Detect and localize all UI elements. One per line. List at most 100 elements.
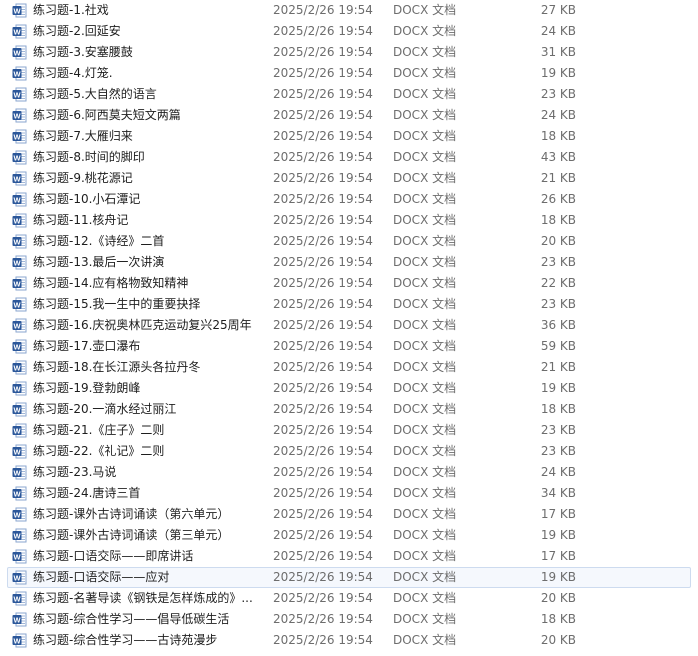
file-size: 24 KB [540,24,576,38]
file-row[interactable]: W 练习题-12.《诗经》二首 2025/2/26 19:54 DOCX 文档 20 K… [7,231,691,252]
file-name: 练习题-口语交际——即席讲话 [33,549,194,563]
file-type: DOCX 文档 [393,297,457,311]
svg-text:W: W [13,426,21,435]
file-row[interactable]: W 练习题-21.《庄子》二则 2025/2/26 19:54 DOCX 文档 23 K… [7,420,691,441]
file-name: 练习题-21.《庄子》二则 [33,423,165,437]
file-row[interactable]: W 练习题-6.阿西莫夫短文两篇 2025/2/26 19:54 DOCX 文档 24 … [7,105,691,126]
file-size: 22 KB [540,276,576,290]
file-row[interactable]: W 练习题-4.灯笼. 2025/2/26 19:54 DOCX 文档 19 KB [7,63,691,84]
file-row[interactable]: W 练习题-1.社戏 2025/2/26 19:54 DOCX 文档 27 KB [7,0,691,21]
file-type: DOCX 文档 [393,465,457,479]
file-row[interactable]: W 练习题-5.大自然的语言 2025/2/26 19:54 DOCX 文档 23 KB [7,84,691,105]
file-name: 练习题-16.庆祝奥林匹克运动复兴25周年 [33,318,252,332]
file-size: 19 KB [540,381,576,395]
file-row[interactable]: W 练习题-10.小石潭记 2025/2/26 19:54 DOCX 文档 26 KB [7,189,691,210]
file-row[interactable]: W 练习题-9.桃花源记 2025/2/26 19:54 DOCX 文档 21 KB [7,168,691,189]
file-date: 2025/2/26 19:54 [273,633,373,647]
file-date: 2025/2/26 19:54 [273,213,373,227]
file-date: 2025/2/26 19:54 [273,276,373,290]
file-row[interactable]: W 练习题-7.大雁归来 2025/2/26 19:54 DOCX 文档 18 KB [7,126,691,147]
file-size: 17 KB [540,549,576,563]
file-row[interactable]: W 练习题-11.核舟记 2025/2/26 19:54 DOCX 文档 18 KB [7,210,691,231]
svg-text:W: W [13,69,21,78]
file-row[interactable]: W 练习题-8.时间的脚印 2025/2/26 19:54 DOCX 文档 43 KB [7,147,691,168]
file-size: 36 KB [540,318,576,332]
file-type: DOCX 文档 [393,360,457,374]
svg-text:W: W [13,531,21,540]
svg-text:W: W [13,573,21,582]
file-date: 2025/2/26 19:54 [273,171,373,185]
word-doc-icon: W [12,192,27,207]
file-type: DOCX 文档 [393,213,457,227]
file-row[interactable]: W 练习题-13.最后一次讲演 2025/2/26 19:54 DOCX 文档 23 K… [7,252,691,273]
file-row[interactable]: W 练习题-口语交际——应对 2025/2/26 19:54 DOCX 文档 19 KB [7,567,691,588]
word-doc-icon: W [12,45,27,60]
svg-text:W: W [13,195,21,204]
file-name: 练习题-10.小石潭记 [33,192,141,206]
file-type: DOCX 文档 [393,381,457,395]
file-row[interactable]: W 练习题-综合性学习——古诗苑漫步 2025/2/26 19:54 DOCX 文档 2… [7,630,691,651]
file-row[interactable]: W 练习题-16.庆祝奥林匹克运动复兴25周年 2025/2/26 19:54 DOC… [7,315,691,336]
file-row[interactable]: W 练习题-23.马说 2025/2/26 19:54 DOCX 文档 24 KB [7,462,691,483]
word-doc-icon: W [12,297,27,312]
file-type: DOCX 文档 [393,3,457,17]
file-name: 练习题-综合性学习——倡导低碳生活 [33,612,230,626]
file-type: DOCX 文档 [393,486,457,500]
svg-text:W: W [13,6,21,15]
file-date: 2025/2/26 19:54 [273,549,373,563]
file-size: 23 KB [540,297,576,311]
file-size: 24 KB [540,108,576,122]
file-name: 练习题-12.《诗经》二首 [33,234,165,248]
file-size: 19 KB [540,528,576,542]
file-row[interactable]: W 练习题-课外古诗词诵读（第六单元） 2025/2/26 19:54 DOCX 文档… [7,504,691,525]
file-type: DOCX 文档 [393,570,457,584]
file-row[interactable]: W 练习题-20.一滴水经过丽江 2025/2/26 19:54 DOCX 文档 18 … [7,399,691,420]
file-row[interactable]: W 练习题-22.《礼记》二则 2025/2/26 19:54 DOCX 文档 23 K… [7,441,691,462]
file-name: 练习题-口语交际——应对 [33,570,170,584]
word-doc-icon: W [12,234,27,249]
file-row[interactable]: W 练习题-3.安塞腰鼓 2025/2/26 19:54 DOCX 文档 31 KB [7,42,691,63]
file-row[interactable]: W 练习题-15.我一生中的重要抉择 2025/2/26 19:54 DOCX 文档 2… [7,294,691,315]
file-size: 23 KB [540,423,576,437]
svg-text:W: W [13,405,21,414]
svg-text:W: W [13,132,21,141]
svg-text:W: W [13,48,21,57]
svg-text:W: W [13,384,21,393]
file-size: 18 KB [540,402,576,416]
file-row[interactable]: W 练习题-课外古诗词诵读（第三单元） 2025/2/26 19:54 DOCX 文档… [7,525,691,546]
word-doc-icon: W [12,171,27,186]
file-date: 2025/2/26 19:54 [273,528,373,542]
file-size: 59 KB [540,339,576,353]
file-date: 2025/2/26 19:54 [273,234,373,248]
file-row[interactable]: W 练习题-口语交际——即席讲话 2025/2/26 19:54 DOCX 文档 17 … [7,546,691,567]
file-row[interactable]: W 练习题-17.壶口瀑布 2025/2/26 19:54 DOCX 文档 59 KB [7,336,691,357]
file-row[interactable]: W 练习题-2.回延安 2025/2/26 19:54 DOCX 文档 24 KB [7,21,691,42]
file-size: 18 KB [540,612,576,626]
word-doc-icon: W [12,570,27,585]
file-name: 练习题-24.唐诗三首 [33,486,141,500]
svg-text:W: W [13,216,21,225]
file-date: 2025/2/26 19:54 [273,402,373,416]
file-row[interactable]: W 练习题-19.登勃朗峰 2025/2/26 19:54 DOCX 文档 19 KB [7,378,691,399]
file-row[interactable]: W 练习题-18.在长江源头各拉丹冬 2025/2/26 19:54 DOCX 文档 2… [7,357,691,378]
file-date: 2025/2/26 19:54 [273,297,373,311]
file-size: 23 KB [540,444,576,458]
file-size: 27 KB [540,3,576,17]
svg-text:W: W [13,447,21,456]
file-size: 31 KB [540,45,576,59]
file-name: 练习题-5.大自然的语言 [33,87,157,101]
file-row[interactable]: W 练习题-综合性学习——倡导低碳生活 2025/2/26 19:54 DOCX 文档… [7,609,691,630]
file-name: 练习题-15.我一生中的重要抉择 [33,297,201,311]
file-row[interactable]: W 练习题-名著导读《钢铁是怎样炼成的》... 2025/2/26 19:54 DOC… [7,588,691,609]
file-date: 2025/2/26 19:54 [273,108,373,122]
file-row[interactable]: W 练习题-14.应有格物致知精神 2025/2/26 19:54 DOCX 文档 22… [7,273,691,294]
word-doc-icon: W [12,339,27,354]
svg-text:W: W [13,258,21,267]
word-doc-icon: W [12,87,27,102]
file-type: DOCX 文档 [393,444,457,458]
file-date: 2025/2/26 19:54 [273,318,373,332]
file-row[interactable]: W 练习题-24.唐诗三首 2025/2/26 19:54 DOCX 文档 34 KB [7,483,691,504]
file-size: 20 KB [540,591,576,605]
file-size: 43 KB [540,150,576,164]
file-name: 练习题-14.应有格物致知精神 [33,276,189,290]
